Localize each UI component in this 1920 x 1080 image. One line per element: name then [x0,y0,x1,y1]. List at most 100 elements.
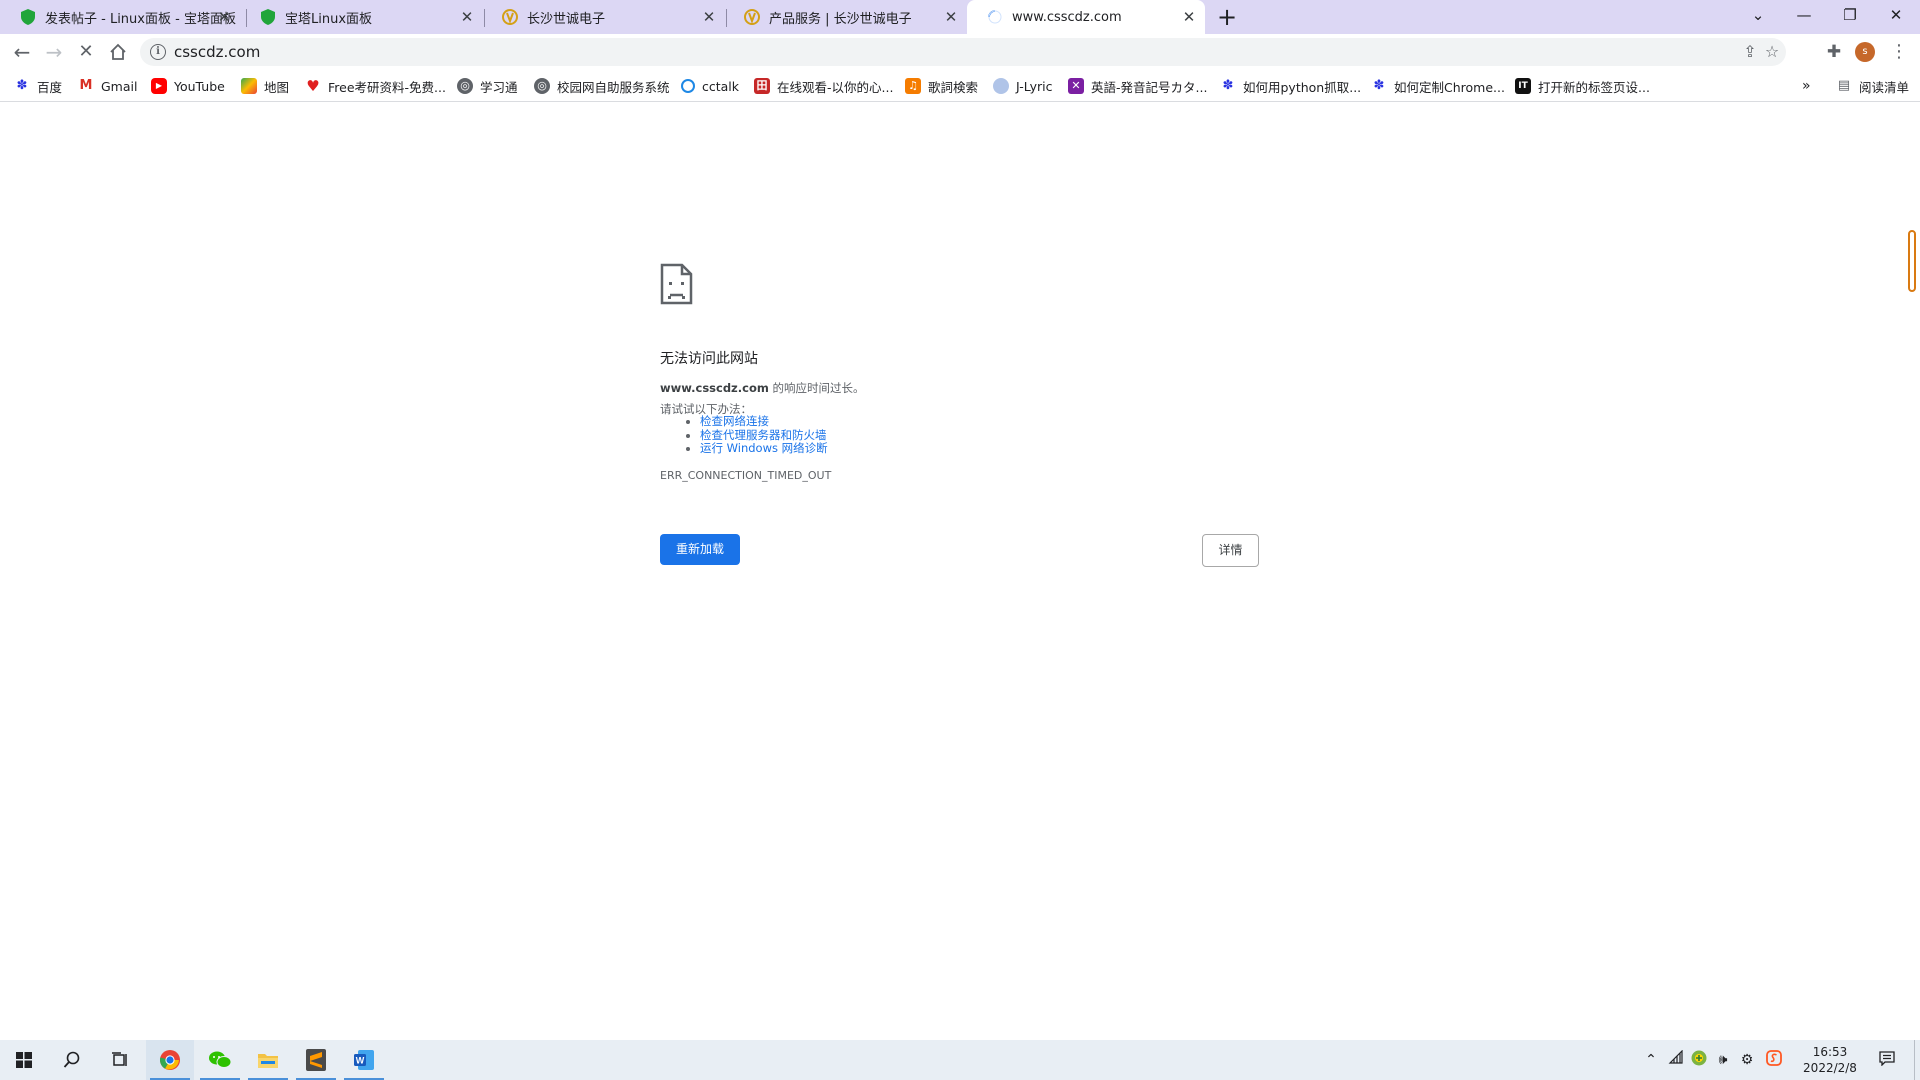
paw-icon: ✽ [1222,78,1234,93]
task-view-button[interactable] [96,1040,144,1080]
bookmark-item[interactable]: ◎ 学习通 [457,76,518,96]
sad-page-icon [660,263,693,305]
tab-strip: 发表帖子 - Linux面板 - 宝塔面板 ✕ 宝塔Linux面板 ✕ 长沙世诚… [0,0,1920,34]
close-icon[interactable]: ✕ [1181,9,1197,25]
error-title: 无法访问此网站 [660,351,758,367]
close-icon[interactable]: ✕ [943,9,959,25]
youtube-icon: ▶ [151,78,167,94]
sogou-input-icon[interactable] [1764,1050,1784,1070]
it-icon: IT [1515,78,1531,94]
reading-list-button[interactable]: ▤ 阅读清单 [1836,76,1909,96]
task-view-icon [112,1052,127,1066]
security-app-icon[interactable] [1689,1050,1709,1070]
bookmark-item[interactable]: ✽ 百度 [14,76,62,96]
clock-time: 16:53 [1812,1045,1848,1059]
url-text[interactable]: csscdz.com [174,43,260,61]
scrollbar-thumb[interactable] [1908,230,1916,292]
bookmark-item[interactable]: IT 打开新的标签页设... [1515,76,1650,96]
tab-4-active[interactable]: www.csscdz.com ✕ [967,0,1205,34]
gmail-icon: M [79,78,93,93]
reading-list-icon: ▤ [1837,78,1851,93]
tab-title: 长沙世诚电子 [527,11,606,27]
sublime-icon [306,1049,326,1071]
share-icon[interactable]: ⇪ [1740,42,1760,62]
suggestion-list: 检查网络连接 检查代理服务器和防火墙 运行 Windows 网络诊断 [700,414,828,456]
close-icon[interactable]: ✕ [459,9,475,25]
details-button[interactable]: 详情 [1202,534,1259,567]
address-bar[interactable]: i csscdz.com ⇪ ☆ [140,38,1786,66]
show-hidden-icons-chevron-icon[interactable]: ⌃ [1641,1050,1661,1070]
bookmark-star-icon[interactable]: ☆ [1762,42,1782,62]
bookmark-item[interactable]: ✕ 英語-発音記号カタ... [1068,76,1207,96]
tab-2[interactable]: 长沙世诚电子 ✕ [482,0,725,34]
input-method-icon[interactable]: ⚙ [1737,1050,1757,1070]
suggestion-check-proxy-link[interactable]: 检查代理服务器和防火墙 [700,428,828,443]
maps-icon [241,78,257,94]
bookmark-item[interactable]: 地图 [241,76,289,96]
action-center-icon[interactable] [1877,1050,1897,1070]
taskbar-word[interactable]: W [340,1040,388,1080]
close-icon[interactable]: ✕ [216,9,232,25]
page-content: 无法访问此网站 www.csscdz.com 的响应时间过长。 请试试以下办法：… [0,103,1920,1039]
error-code: ERR_CONNECTION_TIMED_OUT [660,469,832,482]
word-icon: W [354,1050,374,1070]
bookmarks-bar: ✽ 百度 M Gmail ▶ YouTube 地图 ♥ Free考研资料-免费... ◎… [0,70,1920,102]
bookmark-item[interactable]: ♫ 歌詞検索 [905,76,978,96]
site-info-icon[interactable]: i [150,44,166,60]
extensions-puzzle-icon[interactable]: ✚ [1820,38,1848,66]
more-bookmarks-chevron-icon[interactable]: » [1802,76,1811,96]
bookmark-item[interactable]: ✽ 如何用python抓取... [1220,76,1362,96]
bookmark-item[interactable]: J-Lyric [993,76,1052,96]
forward-button[interactable]: → [40,38,68,66]
home-button[interactable] [104,38,132,66]
paw-icon: ✽ [16,78,28,93]
tab-search-button[interactable]: ⌄ [1735,0,1781,30]
jlyric-icon [993,78,1009,94]
restore-button[interactable]: ❐ [1827,0,1873,30]
windows-logo-icon [16,1052,32,1068]
tab-1[interactable]: 宝塔Linux面板 ✕ [240,0,483,34]
tab-title: www.csscdz.com [1012,9,1122,25]
search-button[interactable] [48,1040,96,1080]
volume-icon[interactable]: 🕪 [1713,1050,1733,1070]
bookmark-item[interactable]: ✽ 如何定制Chrome... [1371,76,1505,96]
wechat-icon [209,1051,232,1068]
browser-toolbar: ← → ✕ i csscdz.com ⇪ ☆ ✚ s ⋮ [0,34,1920,70]
tab-title: 发表帖子 - Linux面板 - 宝塔面板 [45,11,236,27]
reload-button[interactable]: 重新加载 [660,534,740,565]
suggestion-run-diagnostics-link[interactable]: 运行 Windows 网络诊断 [700,441,828,456]
close-window-button[interactable]: ✕ [1873,0,1919,30]
profile-avatar[interactable]: s [1855,42,1875,62]
tab-0[interactable]: 发表帖子 - Linux面板 - 宝塔面板 ✕ [0,0,240,34]
svg-text:W: W [356,1056,365,1066]
system-clock[interactable]: 16:53 2022/2/8 [1790,1044,1870,1076]
music-icon: ♫ [905,78,921,94]
menu-kebab-icon[interactable]: ⋮ [1885,38,1913,66]
company-logo-icon [502,9,518,25]
back-button[interactable]: ← [8,38,36,66]
stop-loading-button[interactable]: ✕ [72,38,100,66]
bookmark-item[interactable]: cctalk [681,76,739,96]
bookmark-item[interactable]: ◎ 校园网自助服务系统 [534,76,670,96]
taskbar-wechat[interactable] [196,1040,244,1080]
windows-taskbar: W ⌃ 🕪 ⚙ 16:53 2022/2/8 [0,1040,1920,1080]
minimize-button[interactable]: — [1781,0,1827,30]
bookmark-item[interactable]: ♥ Free考研资料-免费... [305,76,446,96]
tab-3[interactable]: 产品服务 | 长沙世诚电子 ✕ [724,0,967,34]
globe-icon: ◎ [457,78,473,94]
suggestion-check-connection: 检查网络连接 [700,414,828,429]
error-host: www.csscdz.com [660,381,769,395]
close-icon[interactable]: ✕ [701,9,717,25]
network-icon[interactable] [1666,1049,1686,1070]
bookmark-item[interactable]: M Gmail [78,76,138,96]
taskbar-file-explorer[interactable] [244,1040,292,1080]
new-tab-button[interactable]: + [1213,3,1241,31]
taskbar-sublime-text[interactable] [292,1040,340,1080]
tab-title: 产品服务 | 长沙世诚电子 [769,11,912,27]
start-button[interactable] [0,1040,48,1080]
bookmark-item[interactable]: ▶ YouTube [151,76,225,96]
show-desktop-button[interactable] [1914,1040,1920,1080]
paw-icon: ✽ [1373,78,1385,93]
taskbar-chrome[interactable] [146,1040,194,1080]
bookmark-item[interactable]: 田在线观看-以你的心... [754,76,893,96]
